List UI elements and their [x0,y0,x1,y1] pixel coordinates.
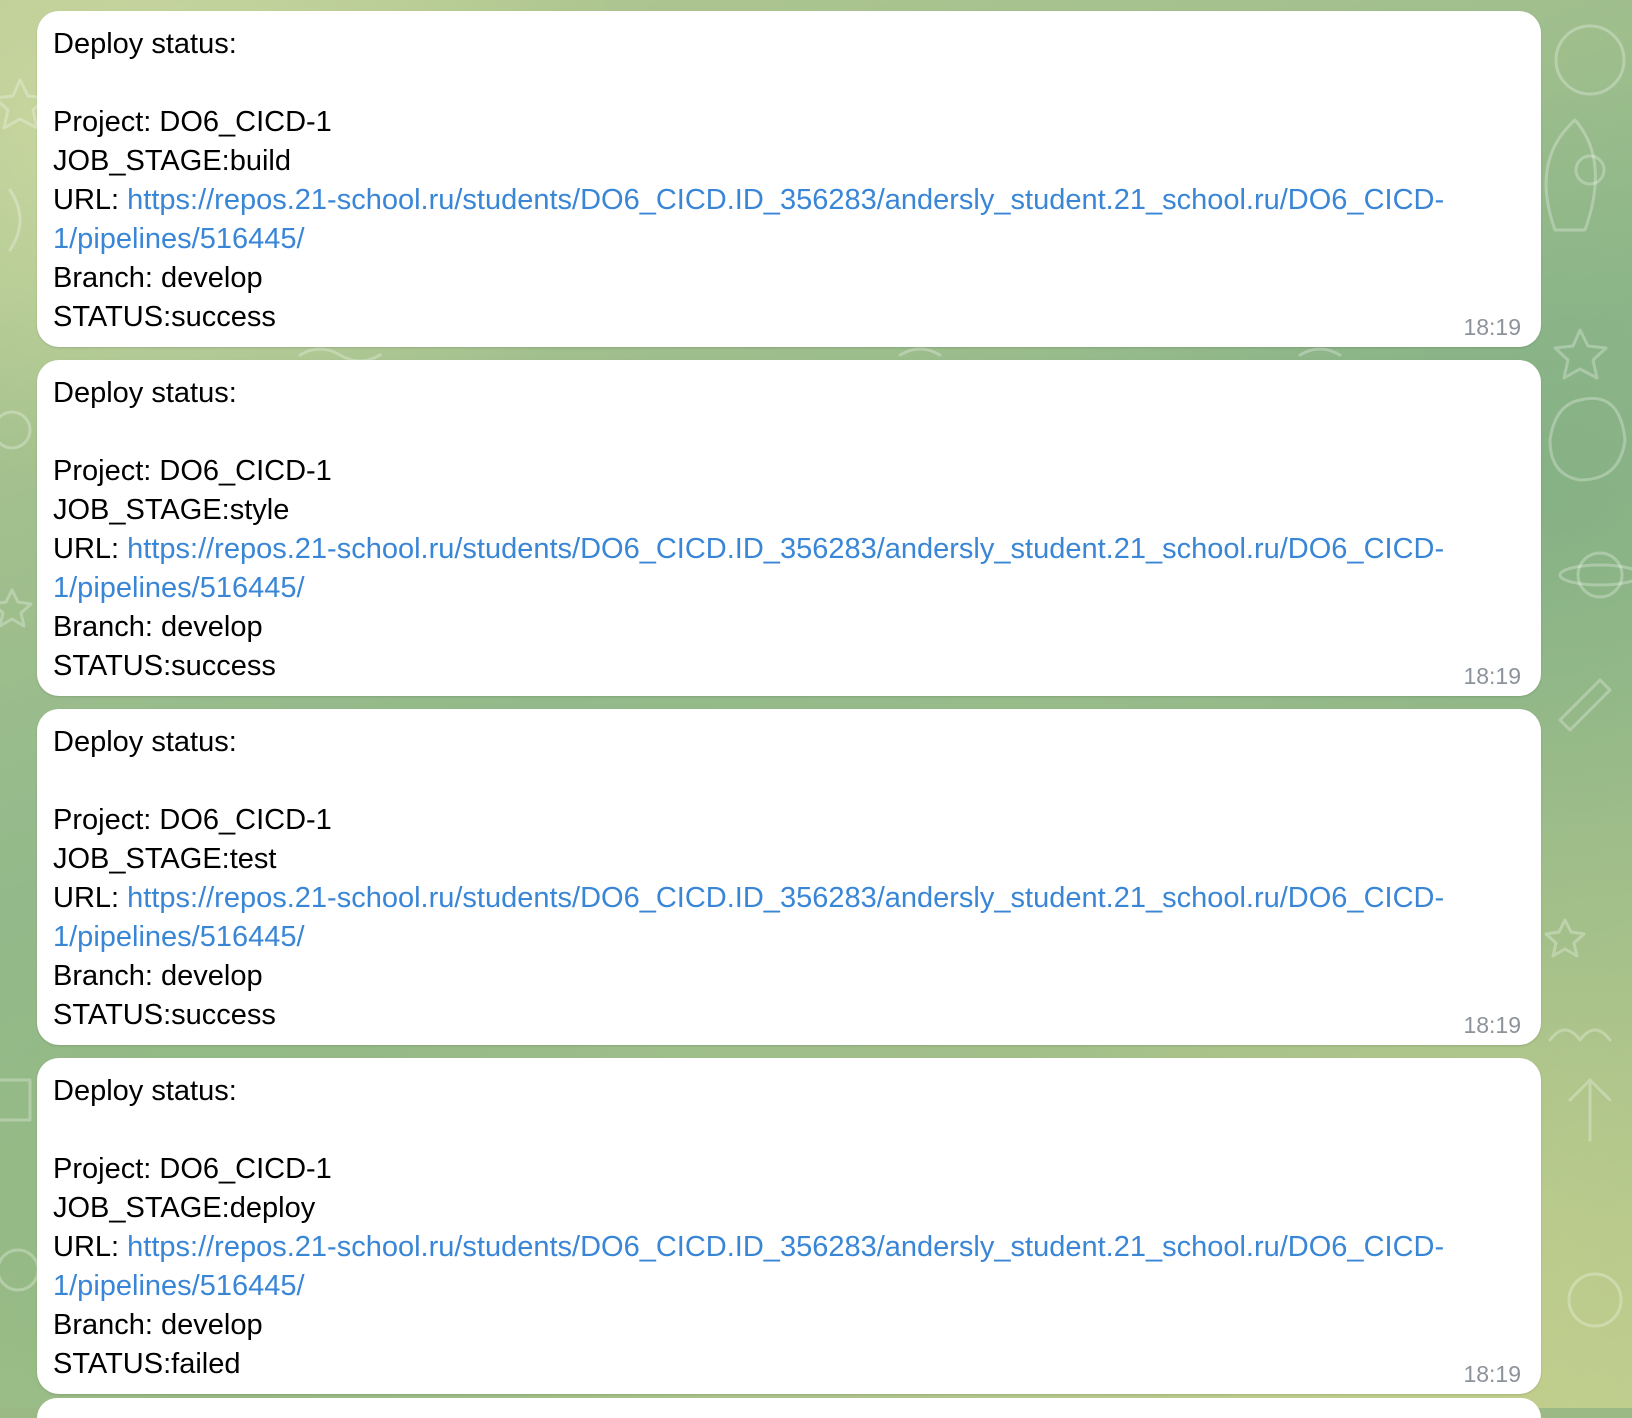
message-bubble[interactable]: Deploy status: Project: DO6_CICD-1 JOB_S… [37,709,1541,1045]
pipeline-link-continued[interactable]: 1/pipelines/516445/ [53,223,305,255]
message-bubble[interactable]: Deploy status: Project: DO6_CICD-1 JOB_S… [37,11,1541,347]
stage-value: build [229,145,292,177]
message-text: Deploy status: Project: DO6_CICD-1 JOB_S… [53,723,1561,1035]
project-line: Project: DO6_CICD-1 [53,452,1561,491]
branch-line: Branch: develop [53,608,1561,647]
stage-line: JOB_STAGE:deploy [53,1189,1561,1228]
message-title: Deploy status: [53,726,237,758]
branch-value: develop [161,611,263,643]
branch-line: Branch: develop [53,1306,1561,1345]
branch-line: Branch: develop [53,259,1561,298]
message-time: 18:19 [1463,1361,1521,1387]
url-label: URL: [53,533,128,565]
pipeline-link[interactable]: https://repos.21-school.ru/students/DO6_… [127,533,1444,565]
branch-label: Branch: [53,262,161,294]
branch-value: develop [161,960,263,992]
stage-line: JOB_STAGE:test [53,840,1561,879]
url-line-continued: 1/pipelines/516445/ [53,1267,1561,1306]
message-text: Deploy status: Project: DO6_CICD-1 JOB_S… [53,25,1561,337]
next-message-bubble-edge[interactable] [37,1398,1541,1418]
pipeline-link-continued[interactable]: 1/pipelines/516445/ [53,1270,305,1302]
message-title: Deploy status: [53,1075,237,1107]
branch-value: develop [161,262,263,294]
branch-label: Branch: [53,1309,161,1341]
status-label: STATUS: [53,1348,172,1380]
stage-label: JOB_STAGE: [53,145,230,177]
message-title: Deploy status: [53,377,237,409]
branch-label: Branch: [53,611,161,643]
url-line-continued: 1/pipelines/516445/ [53,220,1561,259]
url-line: URL: https://repos.21-school.ru/students… [53,530,1561,569]
url-label: URL: [53,184,128,216]
branch-value: develop [161,1309,263,1341]
stage-label: JOB_STAGE: [53,494,230,526]
project-value: DO6_CICD-1 [159,804,332,836]
status-label: STATUS: [53,301,172,333]
project-label: Project: [53,106,160,138]
pipeline-link[interactable]: https://repos.21-school.ru/students/DO6_… [127,184,1444,216]
status-value: success [171,301,276,333]
stage-line: JOB_STAGE:style [53,491,1561,530]
stage-value: test [229,843,277,875]
url-line-continued: 1/pipelines/516445/ [53,918,1561,957]
branch-label: Branch: [53,960,161,992]
stage-value: deploy [229,1192,316,1224]
message-bubble[interactable]: Deploy status: Project: DO6_CICD-1 JOB_S… [37,360,1541,696]
project-line: Project: DO6_CICD-1 [53,103,1561,142]
message-text: Deploy status: Project: DO6_CICD-1 JOB_S… [53,1072,1561,1384]
message-list[interactable]: Deploy status: Project: DO6_CICD-1 JOB_S… [0,0,1632,1418]
message-text: Deploy status: Project: DO6_CICD-1 JOB_S… [53,374,1561,686]
status-line: STATUS:success [53,298,1561,337]
message-title: Deploy status: [53,28,237,60]
stage-label: JOB_STAGE: [53,1192,230,1224]
stage-label: JOB_STAGE: [53,843,230,875]
url-line: URL: https://repos.21-school.ru/students… [53,879,1561,918]
status-label: STATUS: [53,999,172,1031]
project-value: DO6_CICD-1 [159,1153,332,1185]
project-label: Project: [53,1153,160,1185]
project-value: DO6_CICD-1 [159,106,332,138]
url-label: URL: [53,882,128,914]
message-time: 18:19 [1463,314,1521,340]
project-line: Project: DO6_CICD-1 [53,1150,1561,1189]
pipeline-link-continued[interactable]: 1/pipelines/516445/ [53,921,305,953]
url-label: URL: [53,1231,128,1263]
status-label: STATUS: [53,650,172,682]
status-value: success [171,650,276,682]
project-value: DO6_CICD-1 [159,455,332,487]
branch-line: Branch: develop [53,957,1561,996]
project-line: Project: DO6_CICD-1 [53,801,1561,840]
pipeline-link[interactable]: https://repos.21-school.ru/students/DO6_… [127,882,1444,914]
message-time: 18:19 [1463,1012,1521,1038]
message-time: 18:19 [1463,663,1521,689]
message-bubble[interactable]: Deploy status: Project: DO6_CICD-1 JOB_S… [37,1058,1541,1394]
url-line: URL: https://repos.21-school.ru/students… [53,181,1561,220]
project-label: Project: [53,804,160,836]
status-value: success [171,999,276,1031]
status-line: STATUS:success [53,996,1561,1035]
status-line: STATUS:success [53,647,1561,686]
stage-line: JOB_STAGE:build [53,142,1561,181]
status-line: STATUS:failed [53,1345,1561,1384]
status-value: failed [171,1348,241,1380]
pipeline-link[interactable]: https://repos.21-school.ru/students/DO6_… [127,1231,1444,1263]
project-label: Project: [53,455,160,487]
url-line-continued: 1/pipelines/516445/ [53,569,1561,608]
stage-value: style [229,494,290,526]
url-line: URL: https://repos.21-school.ru/students… [53,1228,1561,1267]
pipeline-link-continued[interactable]: 1/pipelines/516445/ [53,572,305,604]
